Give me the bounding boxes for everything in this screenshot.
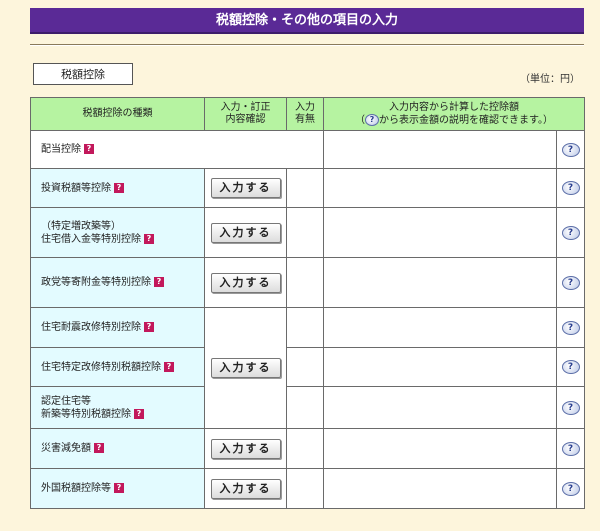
status-cell [286,207,324,258]
amount-cell [323,130,557,169]
button-cell: 入力する [204,257,287,308]
table-row: 政党等寄附金等特別控除? 入力する ? [30,257,585,308]
button-cell: 入力する [204,307,287,429]
help-bubble-icon: ? [365,113,379,126]
table-row: 災害減免額? 入力する ? [30,428,585,469]
header-type: 税額控除の種類 [30,97,205,131]
status-cell [286,386,324,429]
table-row: 投資税額等控除? 入力する ? [30,168,585,208]
help-bubble-icon[interactable]: ? [561,142,580,157]
status-cell [286,347,324,387]
help-cell: ? [556,347,585,387]
help-cell: ? [556,428,585,469]
row-label-dividend: 配当控除? [30,130,324,169]
question-square-icon[interactable]: ? [84,144,94,154]
row-label-certified-housing: 認定住宅等 新築等特別税額控除? [30,386,205,429]
amount-cell [323,386,557,429]
help-bubble-icon[interactable]: ? [561,400,580,415]
row-label-specific-renovation: 住宅特定改修特別税額控除? [30,347,205,387]
question-square-icon[interactable]: ? [154,277,164,287]
table-header-row: 税額控除の種類 入力・訂正 内容確認 入力 有無 入力内容から計算した控除額 （? か… [30,97,585,131]
help-cell: ? [556,130,585,169]
question-square-icon[interactable]: ? [144,233,154,244]
button-cell: 入力する [204,468,287,509]
help-cell: ? [556,386,585,429]
header-amount: 入力内容から計算した控除額 （? から表示金額の説明を確認できます。） [323,97,585,131]
status-cell [286,168,324,208]
input-button-housing-renovation[interactable]: 入力する [210,358,281,378]
input-button-disaster[interactable]: 入力する [210,438,281,459]
title-divider [30,44,584,46]
help-bubble-icon[interactable]: ? [561,360,580,374]
page-title: 税額控除・その他の項目の入力 [30,8,584,34]
help-bubble-icon[interactable]: ? [561,275,580,290]
table-row: 認定住宅等 新築等特別税額控除? ? [30,386,585,429]
amount-cell [323,428,557,469]
row-label-foreign-tax: 外国税額控除等? [30,468,205,509]
status-cell [286,257,324,308]
amount-cell [323,347,557,387]
help-bubble-icon[interactable]: ? [561,481,580,496]
header-confirm: 入力・訂正 内容確認 [204,97,287,131]
question-square-icon[interactable]: ? [94,443,104,453]
help-cell: ? [556,207,585,258]
help-bubble-icon[interactable]: ? [561,441,580,456]
input-button-foreign-tax[interactable]: 入力する [210,478,281,499]
help-cell: ? [556,468,585,509]
status-cell [286,307,324,348]
row-label-political-donation: 政党等寄附金等特別控除? [30,257,205,308]
row-label-investment: 投資税額等控除? [30,168,205,208]
input-button-housing-loan[interactable]: 入力する [210,222,281,243]
help-bubble-icon[interactable]: ? [561,225,580,240]
table-row: 住宅特定改修特別税額控除? ? [30,347,585,387]
help-cell: ? [556,257,585,308]
table-row: （特定増改築等） 住宅借入金等特別控除? 入力する ? [30,207,585,258]
question-square-icon[interactable]: ? [114,182,124,193]
tab-tax-credit[interactable]: 税額控除 [33,63,133,85]
button-cell: 入力する [204,168,287,208]
question-square-icon[interactable]: ? [164,361,174,372]
amount-cell [323,168,557,208]
question-square-icon[interactable]: ? [114,483,124,493]
status-cell [286,468,324,509]
header-status: 入力 有無 [286,97,324,131]
table-row: 配当控除? ? [30,130,585,169]
help-bubble-icon[interactable]: ? [561,181,580,195]
amount-cell [323,468,557,509]
row-label-seismic: 住宅耐震改修特別控除? [30,307,205,348]
question-square-icon[interactable]: ? [144,322,154,332]
help-bubble-icon[interactable]: ? [561,320,580,335]
help-cell: ? [556,168,585,208]
tax-credit-table: 税額控除の種類 入力・訂正 内容確認 入力 有無 入力内容から計算した控除額 （? か… [30,97,585,509]
button-cell: 入力する [204,207,287,258]
button-cell: 入力する [204,428,287,469]
help-cell: ? [556,307,585,348]
amount-cell [323,207,557,258]
amount-cell [323,257,557,308]
question-square-icon[interactable]: ? [134,408,144,419]
unit-label: （単位：円） [520,74,580,85]
row-label-disaster: 災害減免額? [30,428,205,469]
input-button-political-donation[interactable]: 入力する [210,272,281,293]
row-label-housing-loan: （特定増改築等） 住宅借入金等特別控除? [30,207,205,258]
amount-cell [323,307,557,348]
input-button-investment[interactable]: 入力する [210,178,281,198]
status-cell [286,428,324,469]
table-row: 外国税額控除等? 入力する ? [30,468,585,509]
table-row: 住宅耐震改修特別控除? 入力する ? [30,307,585,429]
